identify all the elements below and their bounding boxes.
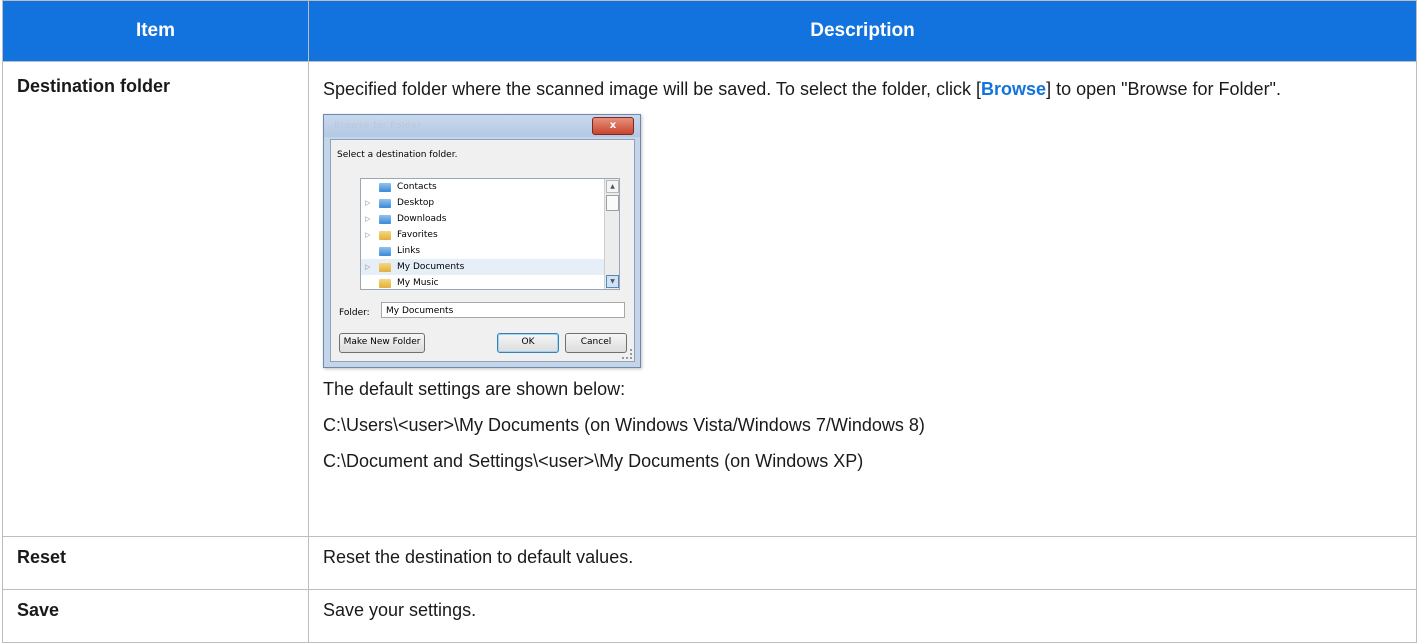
folder-tree[interactable]: Contacts ▷ Desktop ▷ Downloads ▷ Favorit… <box>360 178 620 290</box>
description-save: Save your settings. <box>308 589 1417 643</box>
tree-item-favorites[interactable]: ▷ Favorites <box>361 227 619 243</box>
default-path-vista: C:\Users\<user>\My Documents (on Windows… <box>323 415 925 435</box>
tree-item-my-documents[interactable]: ▷ My Documents <box>361 259 619 275</box>
make-new-folder-button[interactable]: Make New Folder <box>339 333 425 353</box>
tree-item-label: Favorites <box>397 230 438 240</box>
table-header-row: Item Description <box>2 0 1417 62</box>
table-row-destination-folder: Destination folder Specified folder wher… <box>2 61 1417 537</box>
tree-scrollbar[interactable]: ▲ ▼ <box>604 179 619 289</box>
tree-item-label: Desktop <box>397 198 435 208</box>
tree-item-desktop[interactable]: ▷ Desktop <box>361 195 619 211</box>
dialog-client-area: Select a destination folder. Contacts ▷ … <box>330 139 635 362</box>
tree-item-label: My Music <box>397 278 439 288</box>
tree-item-downloads[interactable]: ▷ Downloads <box>361 211 619 227</box>
tree-item-links[interactable]: Links <box>361 243 619 259</box>
expand-arrow-icon[interactable]: ▷ <box>365 195 375 211</box>
tree-item-label: Downloads <box>397 214 447 224</box>
dialog-instruction: Select a destination folder. <box>337 150 458 160</box>
close-icon[interactable]: x <box>592 117 634 135</box>
header-item: Item <box>2 0 309 62</box>
folder-input[interactable]: My Documents <box>381 302 625 318</box>
contacts-folder-icon <box>379 183 391 192</box>
destination-text-after: ] to open "Browse for Folder". <box>1046 79 1281 99</box>
tree-item-label: Contacts <box>397 182 437 192</box>
table-row-save: Save Save your settings. <box>2 589 1417 643</box>
links-folder-icon <box>379 247 391 256</box>
description-reset: Reset the destination to default values. <box>308 536 1417 590</box>
default-path-xp: C:\Document and Settings\<user>\My Docum… <box>323 451 864 471</box>
downloads-folder-icon <box>379 215 391 224</box>
header-description: Description <box>308 0 1417 62</box>
browse-link[interactable]: Browse <box>981 79 1046 99</box>
table-row-reset: Reset Reset the destination to default v… <box>2 536 1417 590</box>
resize-grip-icon[interactable] <box>622 349 632 359</box>
scroll-thumb[interactable] <box>606 195 619 211</box>
item-destination-folder: Destination folder <box>2 61 309 537</box>
folder-label: Folder: <box>339 308 370 318</box>
item-reset: Reset <box>2 536 309 590</box>
tree-item-label: My Documents <box>397 262 465 272</box>
settings-table: Item Description Destination folder Spec… <box>2 0 1417 643</box>
cancel-button[interactable]: Cancel <box>565 333 627 353</box>
description-destination-folder: Specified folder where the scanned image… <box>308 61 1417 537</box>
expand-arrow-icon[interactable]: ▷ <box>365 259 375 275</box>
scroll-up-icon[interactable]: ▲ <box>606 180 619 193</box>
destination-text-before: Specified folder where the scanned image… <box>323 79 982 99</box>
favorites-folder-icon <box>379 231 391 240</box>
tree-item-my-music[interactable]: My Music <box>361 275 619 289</box>
tree-item-contacts[interactable]: Contacts <box>361 179 619 195</box>
scroll-down-icon[interactable]: ▼ <box>606 275 619 288</box>
expand-arrow-icon[interactable]: ▷ <box>365 211 375 227</box>
browse-for-folder-dialog: Browse for Folder x Select a destination… <box>323 114 641 368</box>
tree-item-label: Links <box>397 246 421 256</box>
page: Item Description Destination folder Spec… <box>0 0 1418 643</box>
item-save: Save <box>2 589 309 643</box>
expand-arrow-icon[interactable]: ▷ <box>365 227 375 243</box>
dialog-titlebar: Browse for Folder x <box>324 115 640 137</box>
ok-button[interactable]: OK <box>497 333 559 353</box>
documents-folder-icon <box>379 263 391 272</box>
desktop-folder-icon <box>379 199 391 208</box>
destination-description: Specified folder where the scanned image… <box>323 74 1402 104</box>
defaults-intro: The default settings are shown below: <box>323 379 626 399</box>
dialog-title: Browse for Folder <box>334 121 422 131</box>
music-folder-icon <box>379 279 391 288</box>
